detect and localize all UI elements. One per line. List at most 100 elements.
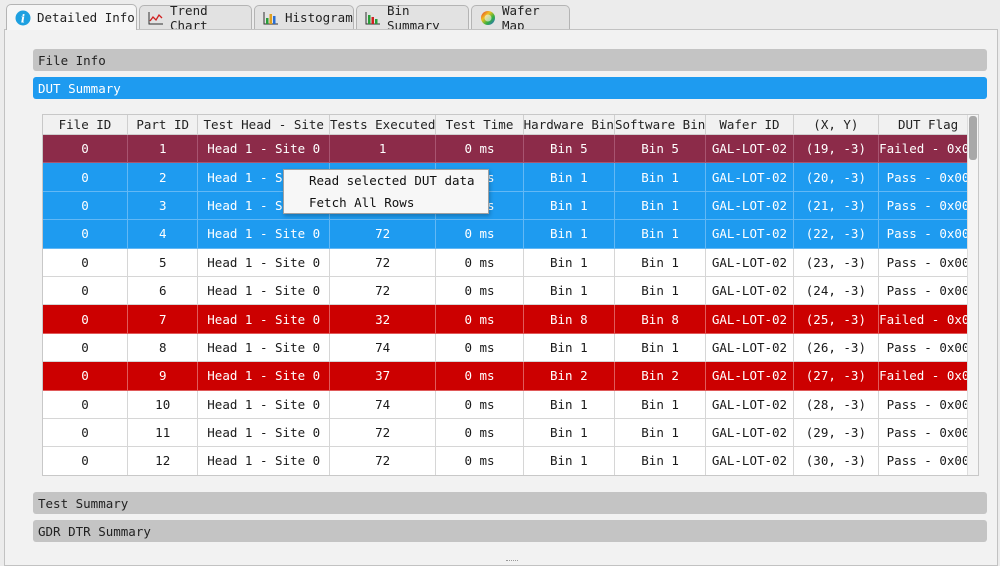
test-summary-header[interactable]: Test Summary bbox=[33, 492, 987, 514]
tab-detailed-info[interactable]: i Detailed Info bbox=[6, 4, 137, 30]
info-icon: i bbox=[15, 10, 31, 26]
table-row[interactable]: 0 9 Head 1 - Site 0 37 0 ms Bin 2 Bin 2 GAL-LOT… bbox=[43, 361, 978, 391]
table-cell: Bin 5 bbox=[523, 134, 615, 164]
column-header[interactable]: (X, Y) bbox=[793, 115, 880, 135]
table-row[interactable] bbox=[43, 475, 978, 476]
table-header-row: File ID Part ID Test Head - Site Tests Exec… bbox=[43, 115, 978, 135]
column-header[interactable]: Test Time bbox=[435, 115, 524, 135]
context-menu: Read selected DUT data Fetch All Rows bbox=[283, 169, 489, 214]
section-title: Test Summary bbox=[38, 495, 129, 511]
column-header[interactable]: Software Bin bbox=[614, 115, 707, 135]
table-cell: Head 1 - Site 0 bbox=[197, 219, 330, 249]
table-cell: GAL-LOT-02 bbox=[705, 418, 794, 448]
table-row[interactable]: 0 5 Head 1 - Site 0 72 0 ms Bin 1 Bin 1 GAL-LOT… bbox=[43, 248, 978, 277]
table-cell: Failed - 0x08 bbox=[878, 361, 978, 391]
table-cell: 12 bbox=[127, 446, 199, 475]
table-cell: 8 bbox=[127, 333, 199, 363]
dut-summary-table: File ID Part ID Test Head - Site Tests Exec… bbox=[42, 114, 979, 476]
table-row[interactable]: 0 1 Head 1 - Site 010 ms Bin 5 Bin 5 GAL-LOT-… bbox=[43, 134, 978, 164]
column-header[interactable]: Hardware Bin bbox=[523, 115, 615, 135]
table-cell: Bin 1 bbox=[523, 446, 615, 475]
table-cell: 0 bbox=[43, 333, 128, 363]
table-cell: Bin 1 bbox=[614, 219, 707, 249]
table-cell: 5 bbox=[127, 248, 199, 277]
column-header[interactable]: Tests Executed bbox=[329, 115, 437, 135]
table-row[interactable]: 0 10 Head 1 - Site 0 74 0 ms Bin 1 Bin 1 GAL-LO… bbox=[43, 390, 978, 419]
table-cell: 0 ms bbox=[435, 304, 524, 334]
table-cell: 74 bbox=[329, 333, 437, 363]
section-title: GDR DTR Summary bbox=[38, 523, 151, 539]
tab-trend-chart[interactable]: Trend Chart bbox=[139, 3, 252, 33]
table-cell: 0 ms bbox=[435, 390, 524, 419]
column-header[interactable]: Test Head - Site bbox=[197, 115, 330, 135]
table-cell: GAL-LOT-02 bbox=[705, 390, 794, 419]
tab-bin-summary[interactable]: Bin Summary bbox=[356, 3, 469, 33]
table-cell: Head 1 - Site 0 bbox=[197, 333, 330, 363]
table-cell: (20, -3) bbox=[793, 162, 880, 192]
table-cell: 0 ms bbox=[435, 446, 524, 475]
table-cell: 0 ms bbox=[435, 219, 524, 249]
table-row[interactable]: 0 11 Head 1 - Site 0 72 0 ms Bin 1 Bin 1 GAL-LO… bbox=[43, 418, 978, 448]
table-cell: 72 bbox=[329, 276, 437, 306]
table-cell: Head 1 - Site 0 bbox=[197, 418, 330, 448]
table-cell: GAL-LOT-02 bbox=[705, 276, 794, 306]
table-cell: 32 bbox=[329, 304, 437, 334]
table-cell: Bin 1 bbox=[523, 390, 615, 419]
column-header[interactable]: DUT Flag bbox=[878, 115, 978, 135]
table-cell bbox=[614, 475, 705, 476]
vertical-scrollbar[interactable] bbox=[967, 115, 978, 475]
table-cell: 0 bbox=[43, 219, 128, 249]
table-cell: 0 bbox=[43, 162, 128, 192]
dut-summary-header[interactable]: DUT Summary bbox=[33, 77, 987, 99]
table-cell: 0 ms bbox=[435, 361, 524, 391]
table-cell: 3 bbox=[127, 191, 199, 221]
table-cell: Bin 1 bbox=[614, 248, 707, 277]
table-cell: Head 1 - Site 0 bbox=[197, 276, 330, 306]
table-row[interactable]: 0 4 Head 1 - Site 0 72 0 ms Bin 1 Bin 1 GAL-LOT… bbox=[43, 219, 978, 249]
menu-item-read-selected[interactable]: Read selected DUT data bbox=[284, 170, 488, 192]
table-cell: 0 bbox=[43, 134, 128, 164]
table-row[interactable]: 0 8 Head 1 - Site 0 74 0 ms Bin 1 Bin 1 GAL-LOT… bbox=[43, 333, 978, 363]
table-cell: 72 bbox=[329, 248, 437, 277]
table-row[interactable]: 0 12 Head 1 - Site 0 72 0 ms Bin 1 Bin 1 GAL-LO… bbox=[43, 446, 978, 475]
table-cell: 72 bbox=[329, 219, 437, 249]
table-row[interactable]: 03Head 1 - Site 0720 msBin 1Bin 1GAL-LOT… bbox=[43, 191, 978, 221]
table-cell: Bin 1 bbox=[614, 162, 707, 192]
table-row[interactable]: 0 6 Head 1 - Site 0 72 0 ms Bin 1 Bin 1 GAL-LOT… bbox=[43, 276, 978, 306]
section-title: File Info bbox=[38, 52, 106, 68]
column-header[interactable]: File ID bbox=[43, 115, 128, 135]
column-header[interactable]: Wafer ID bbox=[705, 115, 794, 135]
tab-label: Histogram bbox=[285, 10, 353, 25]
table-row[interactable]: 0 7 Head 1 - Site 0 32 0 ms Bin 8 Bin 8 GAL-LOT… bbox=[43, 304, 978, 334]
dut-table: File ID Part ID Test Head - Site Tests Exec… bbox=[43, 115, 978, 476]
table-cell bbox=[879, 475, 978, 476]
tab-label: Detailed Info bbox=[37, 10, 135, 25]
table-cell bbox=[523, 475, 614, 476]
table-cell: (29, -3) bbox=[793, 418, 880, 448]
table-cell: Head 1 - Site 0 bbox=[197, 390, 330, 419]
tab-bar: i Detailed Info Trend Chart Histogram Bi… bbox=[0, 0, 1000, 33]
table-cell: Bin 5 bbox=[614, 134, 707, 164]
table-cell: Bin 1 bbox=[523, 276, 615, 306]
column-header[interactable]: Part ID bbox=[127, 115, 199, 135]
trend-chart-icon bbox=[148, 10, 164, 26]
table-cell: (28, -3) bbox=[793, 390, 880, 419]
file-info-header[interactable]: File Info bbox=[33, 49, 987, 71]
scrollbar-thumb[interactable] bbox=[969, 116, 977, 160]
menu-item-fetch-all-rows[interactable]: Fetch All Rows bbox=[284, 192, 488, 214]
table-cell bbox=[436, 475, 523, 476]
table-cell: 0 ms bbox=[435, 248, 524, 277]
table-cell: Bin 1 bbox=[614, 446, 707, 475]
table-cell: Pass - 0x00 bbox=[878, 248, 978, 277]
tab-wafer-map[interactable]: Wafer Map bbox=[471, 3, 570, 33]
table-cell: Bin 1 bbox=[614, 276, 707, 306]
table-cell: Bin 1 bbox=[523, 333, 615, 363]
table-row[interactable]: 02Head 1 - Site 0720 msBin 1Bin 1GAL-LOT… bbox=[43, 162, 978, 192]
gdr-dtr-summary-header[interactable]: GDR DTR Summary bbox=[33, 520, 987, 542]
table-cell: GAL-LOT-02 bbox=[705, 446, 794, 475]
table-cell: (26, -3) bbox=[793, 333, 880, 363]
tab-histogram[interactable]: Histogram bbox=[254, 5, 354, 29]
table-cell: Bin 1 bbox=[614, 333, 707, 363]
resize-grip[interactable] bbox=[506, 560, 518, 565]
table-cell: Bin 8 bbox=[614, 304, 707, 334]
